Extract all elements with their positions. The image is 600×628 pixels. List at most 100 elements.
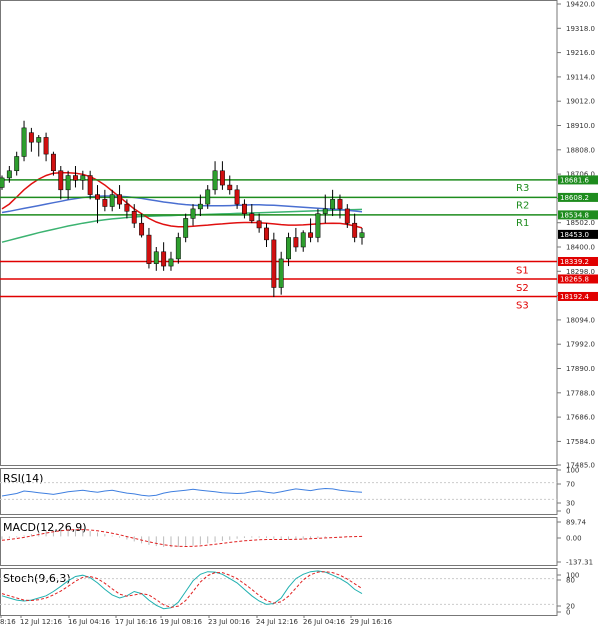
candle-body	[73, 175, 78, 181]
candle-body	[87, 175, 93, 195]
indicator-tick-label: 89.74	[566, 519, 587, 527]
candle-body	[6, 170, 12, 179]
price-tick-label: 19420.0	[566, 1, 595, 9]
indicator-tick-label: 30	[566, 500, 575, 508]
candle-body	[109, 194, 115, 207]
candle-body	[161, 251, 167, 267]
candle-body	[205, 189, 211, 205]
candle-body	[124, 203, 130, 212]
candle-body	[271, 239, 277, 288]
candle-body	[21, 127, 27, 157]
candle-body	[227, 184, 233, 191]
price-tick-label: 17890.0	[566, 365, 595, 373]
candle-body	[50, 153, 56, 172]
level-label-r1: R1	[516, 218, 529, 229]
x-axis: 8:16 12 Jul 12:16 16 Jul 04:16 17 Jul 16:16…	[0, 615, 393, 626]
price-tick-label: 17992.0	[566, 341, 595, 349]
x-tick-label: 12 Jul 12:16	[20, 618, 63, 626]
indicator-panel-frame	[0, 468, 558, 515]
candle-body	[28, 132, 34, 143]
indicator-tick-label: 0	[566, 609, 570, 617]
candle-body	[256, 220, 262, 229]
candle-body	[330, 199, 336, 210]
level-tag-r1: 18534.8	[560, 211, 589, 219]
candle-body	[36, 137, 42, 143]
main-plot-frame	[0, 0, 558, 466]
x-tick-label: 19 Jul 08:16	[160, 618, 203, 626]
candle-body	[117, 194, 123, 205]
x-tick-label: 29 Jul 16:16	[350, 618, 393, 626]
price-tick-label: 18400.0	[566, 244, 595, 252]
level-tag-s2: 18265.8	[560, 275, 589, 283]
candle-body	[315, 213, 321, 238]
x-tick-label: 16 Jul 04:16	[68, 618, 111, 626]
price-chart: 19420.0 19318.0 19216.0 19114.0 19012.0 18910…	[0, 0, 598, 626]
indicator-panels: RSI(14)10070300MACD(12,26,9) 89.740.00-13…	[0, 467, 593, 617]
candle-body	[337, 199, 343, 210]
price-tick-label: 19012.0	[566, 98, 595, 106]
level-label-s3: S3	[516, 300, 529, 311]
x-tick-label: 17 Jul 16:16	[115, 618, 158, 626]
candle-body	[322, 208, 328, 214]
candle-body	[0, 177, 5, 188]
candle-body	[131, 211, 137, 224]
candle-body	[308, 232, 314, 238]
price-tick-label: 17584.0	[566, 438, 595, 446]
indicator-tick-label: -137.31	[566, 559, 593, 567]
candle-body	[80, 175, 86, 181]
indicator-tick-label: 70	[566, 481, 575, 489]
candle-body	[278, 258, 284, 288]
x-tick-label: 8:16	[0, 618, 16, 626]
level-label-r2: R2	[516, 200, 529, 211]
candle-body	[168, 258, 174, 267]
main-panel: 19420.0 19318.0 19216.0 19114.0 19012.0 18910…	[0, 0, 598, 470]
candle-body	[234, 189, 240, 205]
candle-body	[102, 199, 108, 207]
level-tag-r3: 18681.6	[560, 176, 589, 184]
indicator-tick-label: 0	[566, 508, 570, 516]
candle-body	[249, 213, 255, 222]
candle-body	[293, 237, 299, 248]
candle-body	[219, 170, 225, 186]
candle-body	[352, 222, 358, 238]
candle-body	[95, 194, 100, 200]
level-tag-r2: 18608.2	[560, 194, 589, 202]
candle-body	[183, 218, 189, 238]
price-tick-label: 18910.0	[566, 122, 595, 130]
candle-body	[175, 237, 181, 260]
candle-body	[241, 203, 247, 214]
price-tick-label: 19114.0	[566, 73, 595, 81]
price-tick-label: 17686.0	[566, 414, 595, 422]
level-label-r3: R3	[516, 183, 529, 194]
indicator-tick-label: 100	[566, 467, 579, 475]
price-tick-label: 18502.0	[566, 219, 595, 227]
level-label-s2: S2	[516, 283, 529, 294]
candle-body	[65, 175, 71, 191]
indicator-tick-label: 0.00	[566, 535, 582, 543]
candle-body	[146, 234, 152, 264]
candle-body	[197, 203, 203, 210]
level-tag-s1: 18339.2	[560, 258, 589, 266]
candle-body	[300, 232, 306, 248]
level-label-s1: S1	[516, 265, 529, 276]
candle-body	[14, 156, 20, 172]
candle-body	[359, 232, 365, 238]
candle-body	[286, 237, 291, 260]
indicator-title: MACD(12,26,9)	[3, 521, 87, 534]
x-tick-label: 24 Jul 12:16	[256, 618, 299, 626]
level-tag-s3: 18192.4	[560, 293, 589, 301]
price-tick-label: 18808.0	[566, 146, 595, 154]
price-tick-label: 19216.0	[566, 49, 595, 57]
price-tick-label: 17788.0	[566, 389, 595, 397]
candle-body	[264, 227, 269, 241]
indicator-tick-label: 80	[566, 577, 575, 585]
candle-body	[43, 137, 49, 155]
candle-body	[153, 251, 159, 264]
candle-body	[190, 208, 196, 219]
current-price-tag: 18453.0	[560, 231, 589, 239]
candle-body	[139, 222, 145, 236]
candle-body	[344, 208, 350, 224]
price-tick-label: 19318.0	[566, 25, 595, 33]
x-tick-label: 23 Jul 00:16	[208, 618, 251, 626]
candle-body	[58, 170, 64, 191]
